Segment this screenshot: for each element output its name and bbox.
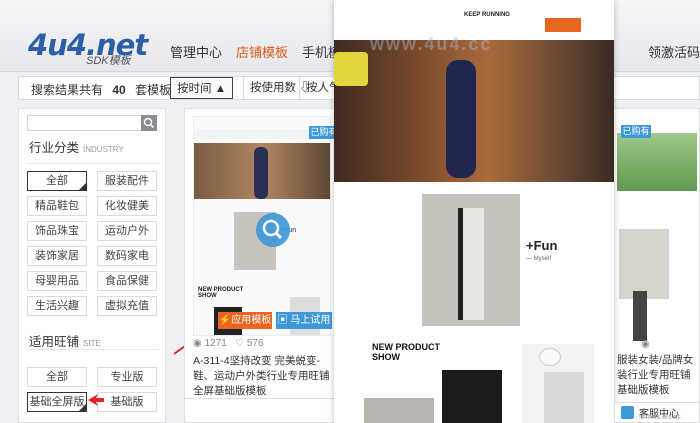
site-title: 适用旺铺 SITE (29, 331, 101, 350)
magnifier-icon (262, 219, 283, 240)
sort-time-label: 按时间 (177, 83, 212, 95)
preview-model-figure (458, 208, 484, 320)
results-count-text: 搜索结果共有 40 套模板 (31, 81, 171, 98)
likes-count: 576 (246, 338, 264, 349)
preview-new-product-text: NEW PRODUCT SHOW (372, 342, 440, 362)
try-now-button[interactable]: ▣ 马上试用 (276, 312, 332, 329)
logo-subtitle: SDK模板 (86, 55, 131, 67)
industry-chip-sports[interactable]: 运动户外 (97, 221, 157, 241)
chat-icon (621, 406, 634, 419)
views-count: 1271 (204, 338, 227, 349)
filter-sidebar: 行业分类 INDUSTRY 全部 服装配件 精品鞋包 化妆健美 饰品珠宝 运动户外… (18, 108, 166, 423)
thumb-figure (254, 147, 268, 199)
industry-title-cn: 行业分类 (29, 141, 80, 155)
site-title-en: SITE (83, 339, 101, 348)
industry-chip-hobby[interactable]: 生活兴趣 (27, 296, 87, 316)
industry-chip-home[interactable]: 装饰家居 (27, 246, 87, 266)
preview-runner-figure (446, 60, 476, 178)
eye-icon: ◉ (641, 339, 650, 350)
customer-service-widget[interactable]: 客服中心 SERVICE ONLINE (614, 402, 700, 423)
thumb-plant-image (617, 133, 697, 191)
sort-by-time-button[interactable]: 按时间 ▲ (170, 77, 234, 99)
zoom-button[interactable] (256, 213, 290, 247)
main-nav: 管理中心 店铺模板 手机模板 (170, 42, 354, 61)
app-window: 4u4.net SDK模板 管理中心 店铺模板 手机模板 领激活码 搜索结果共有… (0, 0, 700, 423)
nav-item-shop-templates[interactable]: 店铺模板 (236, 42, 288, 61)
card-stats: ◉ 1271 ♡ 576 (193, 338, 264, 349)
results-prefix: 搜索结果共有 (31, 83, 104, 97)
template-thumbnail[interactable]: +Fun NEW PRODUCT SHOW (193, 116, 331, 336)
preview-cap (539, 348, 561, 366)
divider (27, 349, 159, 350)
preview-model-image (364, 398, 434, 423)
pointer-arrow-icon (88, 394, 104, 406)
industry-chip-virtual[interactable]: 虚拟充值 (97, 296, 157, 316)
industry-chip-shoes-bags[interactable]: 精品鞋包 (27, 196, 87, 216)
preview-black-block (442, 370, 502, 423)
try-label: 马上试用 (290, 315, 331, 326)
industry-chip-cosmetics[interactable]: 化妆健美 (97, 196, 157, 216)
site-chip-basic-fullscreen[interactable]: 基础全屏版 (27, 392, 87, 412)
industry-chip-baby[interactable]: 母婴用品 (27, 271, 87, 291)
thumb-new-product-text: NEW PRODUCT SHOW (198, 287, 244, 299)
site-chip-basic[interactable]: 基础版 (97, 392, 157, 412)
industry-chip-jewelry[interactable]: 饰品珠宝 (27, 221, 87, 241)
industry-title: 行业分类 INDUSTRY (29, 137, 124, 156)
results-suffix: 套模板 (135, 83, 172, 97)
template-description[interactable]: 服装女装/品牌女装行业专用旺铺基础版模板 (617, 353, 699, 398)
results-count: 40 (112, 83, 126, 97)
site-chip-all[interactable]: 全部 (27, 367, 87, 387)
template-card-next[interactable] (184, 398, 338, 423)
divider (27, 163, 159, 164)
template-preview-popup: +Fun — Myself NEW PRODUCT SHOW (334, 0, 614, 423)
preview-orange-block (545, 18, 581, 32)
industry-chip-apparel[interactable]: 服装配件 (97, 171, 157, 191)
template-card[interactable]: 已购有 ◉ 服装女装/品牌女装行业专用旺铺基础版模板 (608, 108, 700, 423)
preview-heading: KEEP RUNNING (464, 12, 510, 18)
preview-model-body (544, 372, 584, 423)
nav-item-activation-code[interactable]: 领激活码 (648, 42, 700, 61)
watermark-text: www.4u4.cc (370, 34, 493, 54)
sidebar-search-input[interactable] (27, 115, 157, 131)
thumb-figure (633, 291, 647, 341)
service-subtitle: SERVICE ONLINE (639, 415, 681, 421)
apply-template-button[interactable]: ⚡应用模板 (218, 312, 272, 329)
card-stats: ◉ (641, 339, 650, 350)
preview-myself-text: — Myself (526, 256, 552, 262)
window-icon: ▣ (277, 315, 288, 326)
industry-title-en: INDUSTRY (83, 145, 124, 154)
preview-yellow-object (334, 52, 368, 86)
preview-fun-text: +Fun (526, 238, 558, 253)
site-title-cn: 适用旺铺 (29, 335, 80, 349)
search-button[interactable] (141, 115, 157, 131)
template-description[interactable]: A-311-4坚持改变 完美蜕变-鞋、运动户外类行业专用旺铺全屏基础版模板 (193, 354, 333, 399)
purchased-badge: 已购有 (621, 125, 651, 138)
industry-chip-digital[interactable]: 数码家电 (97, 246, 157, 266)
thumb-model-image (619, 229, 669, 299)
arrow-up-icon: ▲ (214, 83, 227, 95)
site-chip-pro[interactable]: 专业版 (97, 367, 157, 387)
eye-icon: ◉ (193, 338, 202, 349)
search-icon (143, 117, 155, 129)
industry-chip-food[interactable]: 食品保健 (97, 271, 157, 291)
industry-chip-all[interactable]: 全部 (27, 171, 87, 191)
heart-icon: ♡ (235, 338, 245, 349)
apply-label: 应用模板 (231, 315, 272, 326)
lightning-icon: ⚡ (218, 315, 232, 326)
nav-item-manage[interactable]: 管理中心 (170, 42, 222, 61)
sort-usage-label: 按使用数 (250, 82, 296, 94)
